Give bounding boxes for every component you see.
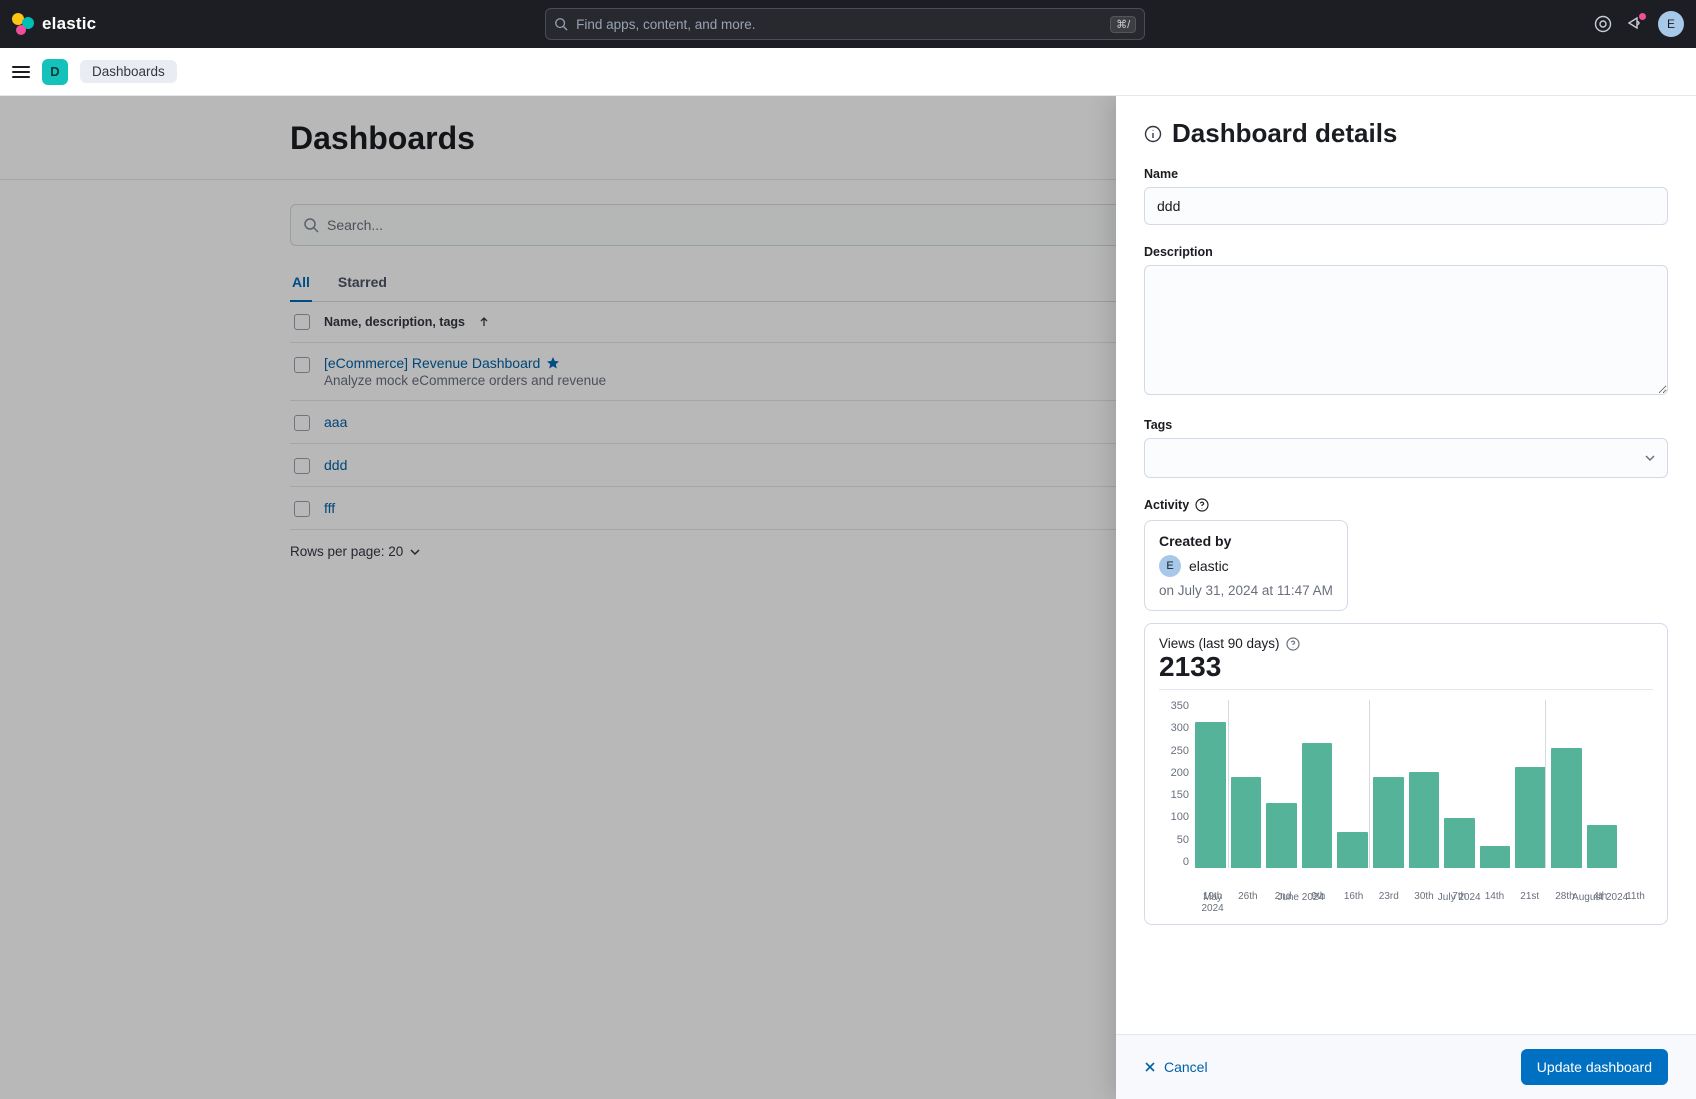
global-search-kbd: ⌘/ bbox=[1110, 16, 1136, 33]
elastic-logo-icon bbox=[12, 13, 34, 35]
chart-bar bbox=[1444, 818, 1475, 868]
brand-logo[interactable]: elastic bbox=[12, 13, 96, 35]
y-tick: 50 bbox=[1177, 834, 1189, 846]
views-label: Views (last 90 days) bbox=[1159, 636, 1280, 651]
chart-separator bbox=[1545, 700, 1546, 868]
creator-initial: E bbox=[1166, 560, 1173, 572]
header-right: E bbox=[1594, 11, 1684, 37]
y-tick: 150 bbox=[1171, 789, 1189, 801]
chart-bar bbox=[1515, 767, 1546, 868]
chart-bar bbox=[1195, 722, 1226, 868]
views-total: 2133 bbox=[1159, 651, 1653, 683]
app-badge[interactable]: D bbox=[42, 59, 68, 85]
chart-bar bbox=[1587, 825, 1618, 868]
chart-month-row: May 2024June 2024July 2024August 2024 bbox=[1195, 892, 1653, 914]
chart-separator bbox=[1228, 700, 1229, 868]
chart-bar bbox=[1266, 803, 1297, 868]
chart-bar bbox=[1480, 846, 1511, 868]
chevron-down-icon bbox=[1643, 451, 1657, 465]
description-input[interactable] bbox=[1144, 265, 1668, 395]
user-avatar[interactable]: E bbox=[1658, 11, 1684, 37]
update-label: Update dashboard bbox=[1537, 1059, 1652, 1075]
chart-bar bbox=[1551, 748, 1582, 868]
month-label: July 2024 bbox=[1371, 892, 1547, 914]
nav-bar: D Dashboards bbox=[0, 48, 1696, 96]
cancel-label: Cancel bbox=[1164, 1059, 1208, 1075]
creator-avatar: E bbox=[1159, 555, 1181, 577]
chart-plot: 19th26th2nd9th16th23rd30th7th14th21st28t… bbox=[1195, 700, 1653, 890]
chart-bar bbox=[1409, 772, 1440, 868]
chart-bars bbox=[1195, 700, 1653, 868]
nav-toggle-button[interactable] bbox=[12, 66, 30, 78]
global-search-placeholder: Find apps, content, and more. bbox=[576, 17, 1102, 32]
global-search[interactable]: Find apps, content, and more. ⌘/ bbox=[545, 8, 1145, 40]
avatar-initial: E bbox=[1667, 17, 1675, 31]
tags-combobox[interactable] bbox=[1144, 438, 1668, 478]
flyout-footer: Cancel Update dashboard bbox=[1116, 1034, 1696, 1099]
y-tick: 0 bbox=[1183, 856, 1189, 868]
cancel-button[interactable]: Cancel bbox=[1144, 1059, 1208, 1075]
y-tick: 300 bbox=[1171, 722, 1189, 734]
workspace: Dashboards Search... Name A-Z Ta All St bbox=[0, 96, 1696, 1099]
y-tick: 350 bbox=[1171, 700, 1189, 712]
help-icon[interactable] bbox=[1195, 498, 1209, 512]
help-icon[interactable] bbox=[1594, 15, 1612, 33]
month-label: June 2024 bbox=[1230, 892, 1371, 914]
y-tick: 100 bbox=[1171, 811, 1189, 823]
flyout-title: Dashboard details bbox=[1172, 118, 1397, 149]
created-by-label: Created by bbox=[1159, 533, 1333, 549]
tags-label: Tags bbox=[1144, 418, 1668, 432]
news-icon[interactable] bbox=[1626, 15, 1644, 33]
app-badge-initial: D bbox=[50, 64, 59, 79]
chart-bar bbox=[1337, 832, 1368, 868]
global-search-wrap: Find apps, content, and more. ⌘/ bbox=[108, 8, 1582, 40]
created-timestamp: on July 31, 2024 at 11:47 AM bbox=[1159, 583, 1333, 598]
activity-label: Activity bbox=[1144, 498, 1189, 512]
creator-name: elastic bbox=[1189, 558, 1229, 574]
name-label: Name bbox=[1144, 167, 1668, 181]
month-label: May 2024 bbox=[1195, 892, 1230, 914]
created-by-card: Created by E elastic on July 31, 2024 at… bbox=[1144, 520, 1348, 611]
details-flyout: Dashboard details Name Description Tags … bbox=[1116, 96, 1696, 1099]
divider bbox=[1159, 689, 1653, 690]
help-icon[interactable] bbox=[1286, 637, 1300, 651]
views-chart: 350 300 250 200 150 100 50 0 19th26th2nd9th16th… bbox=[1159, 700, 1653, 890]
global-header: elastic Find apps, content, and more. ⌘/… bbox=[0, 0, 1696, 48]
breadcrumb[interactable]: Dashboards bbox=[80, 60, 177, 83]
y-tick: 250 bbox=[1171, 745, 1189, 757]
month-label: August 2024 bbox=[1547, 892, 1653, 914]
y-tick: 200 bbox=[1171, 767, 1189, 779]
notification-dot-icon bbox=[1639, 13, 1646, 20]
chart-bar bbox=[1373, 777, 1404, 868]
flyout-body: Dashboard details Name Description Tags … bbox=[1116, 96, 1696, 1034]
update-dashboard-button[interactable]: Update dashboard bbox=[1521, 1049, 1668, 1085]
chart-bar bbox=[1302, 743, 1333, 868]
close-icon bbox=[1144, 1061, 1156, 1073]
chart-bar bbox=[1231, 777, 1262, 868]
info-icon bbox=[1144, 125, 1162, 143]
chart-y-axis: 350 300 250 200 150 100 50 0 bbox=[1159, 700, 1189, 868]
search-icon bbox=[554, 17, 568, 31]
description-label: Description bbox=[1144, 245, 1668, 259]
name-input[interactable] bbox=[1144, 187, 1668, 225]
brand-name: elastic bbox=[42, 14, 96, 34]
chart-separator bbox=[1369, 700, 1370, 868]
views-card: Views (last 90 days) 2133 350 300 250 200 15… bbox=[1144, 623, 1668, 925]
